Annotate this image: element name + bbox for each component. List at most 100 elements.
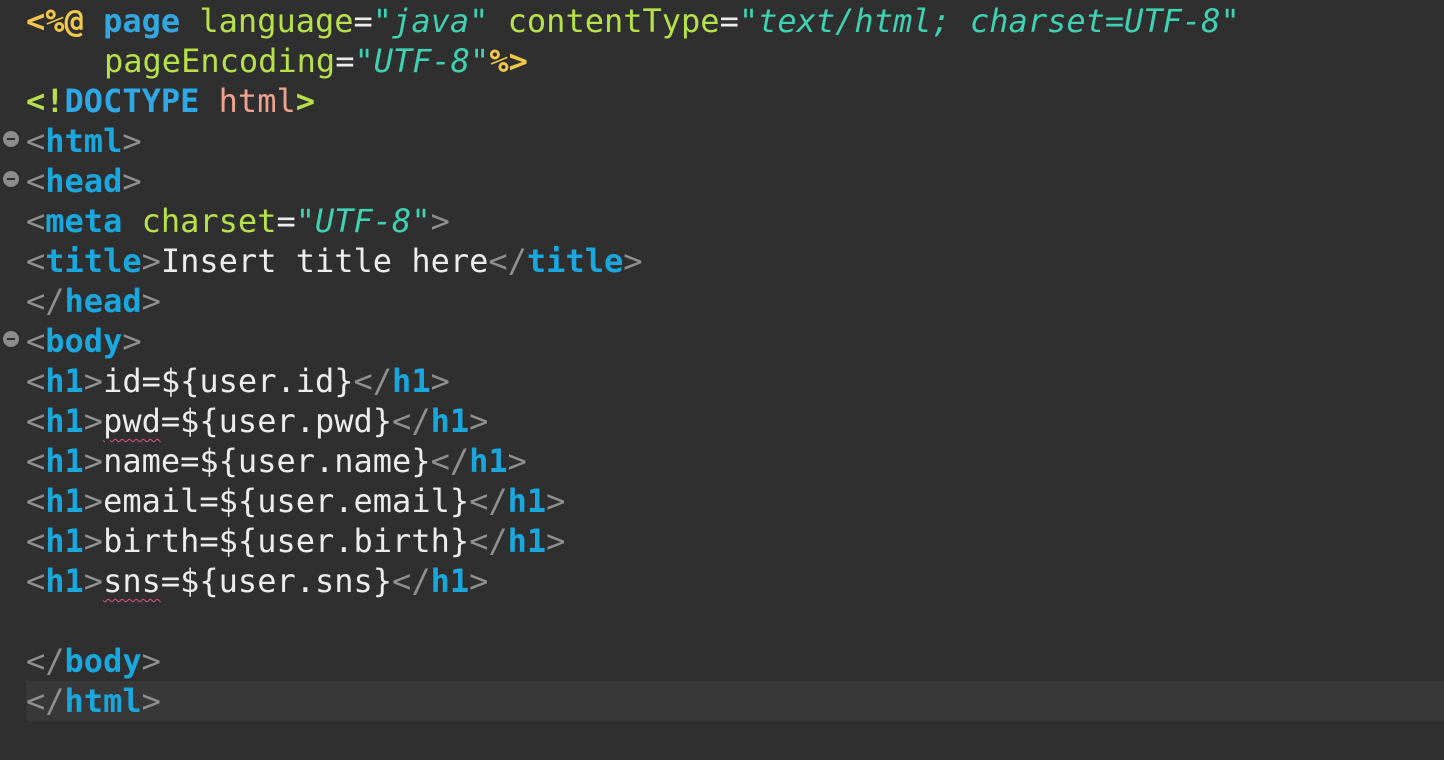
attr-name-charset: charset bbox=[141, 202, 277, 240]
fold-head-icon[interactable] bbox=[3, 171, 19, 187]
code-line-11[interactable]: <h1>pwd=${user.pwd}</h1> bbox=[26, 401, 488, 441]
code-line-7[interactable]: <title>Insert title here</title> bbox=[26, 241, 643, 281]
tag-h1: h1 bbox=[45, 362, 84, 400]
h1-expression: =${user.pwd} bbox=[160, 402, 393, 440]
jsp-directive-close: %> bbox=[489, 42, 528, 80]
code-line-15[interactable]: <h1>sns=${user.sns}</h1> bbox=[26, 561, 488, 601]
end-open-bracket: </ bbox=[469, 482, 508, 520]
quote: " bbox=[1220, 2, 1240, 40]
equals-sign: = bbox=[353, 2, 373, 40]
tag-h1-end: h1 bbox=[392, 362, 431, 400]
code-line-17[interactable]: </body> bbox=[26, 641, 161, 681]
end-open-bracket: </ bbox=[430, 442, 470, 480]
quote: " bbox=[354, 42, 374, 80]
tag-h1-end: h1 bbox=[507, 522, 547, 560]
close-bracket: > bbox=[546, 522, 566, 560]
h1-field-name-misspelled: sns bbox=[103, 562, 161, 600]
attr-value-contenttype: text/html; charset=UTF-8 bbox=[758, 2, 1221, 40]
close-bracket: > bbox=[469, 562, 489, 600]
tag-html-end: html bbox=[64, 682, 142, 720]
attr-name-language: language bbox=[199, 2, 354, 40]
tag-h1: h1 bbox=[45, 562, 84, 600]
h1-expression: =${user.birth} bbox=[199, 522, 470, 560]
h1-field-name: id bbox=[103, 362, 142, 400]
code-line-3[interactable]: <!DOCTYPE html> bbox=[26, 81, 315, 121]
open-bracket: < bbox=[26, 322, 46, 360]
code-line-9[interactable]: <body> bbox=[26, 321, 142, 361]
doctype-close: > bbox=[295, 82, 315, 120]
close-bracket: > bbox=[507, 442, 527, 480]
close-bracket: > bbox=[141, 242, 161, 280]
tag-h1-end: h1 bbox=[430, 562, 470, 600]
code-line-5[interactable]: <head> bbox=[26, 161, 142, 201]
code-editor[interactable]: <%@ page language="java" contentType="te… bbox=[0, 0, 1444, 760]
open-bracket: < bbox=[26, 562, 46, 600]
tag-h1: h1 bbox=[45, 482, 84, 520]
tag-h1: h1 bbox=[45, 442, 84, 480]
code-line-6[interactable]: <meta charset="UTF-8"> bbox=[26, 201, 450, 241]
end-open-bracket: </ bbox=[26, 282, 65, 320]
close-bracket: > bbox=[430, 362, 450, 400]
doctype-open: <! bbox=[26, 82, 65, 120]
quote: " bbox=[372, 2, 393, 40]
code-line-18[interactable]: </html> bbox=[26, 681, 161, 721]
close-bracket: > bbox=[141, 642, 161, 680]
close-bracket: > bbox=[430, 202, 450, 240]
quote: " bbox=[469, 2, 489, 40]
close-bracket: > bbox=[122, 122, 142, 160]
close-bracket: > bbox=[83, 442, 104, 480]
tag-body: body bbox=[45, 322, 123, 360]
close-bracket: > bbox=[469, 402, 489, 440]
h1-field-name-misspelled: pwd bbox=[103, 402, 161, 440]
attr-value-language: java bbox=[392, 2, 470, 40]
tag-head: head bbox=[45, 162, 123, 200]
code-line-13[interactable]: <h1>email=${user.email}</h1> bbox=[26, 481, 565, 521]
fold-html-icon[interactable] bbox=[3, 131, 19, 147]
close-bracket: > bbox=[122, 162, 142, 200]
tag-title: title bbox=[45, 242, 142, 280]
attr-value-charset: UTF-8 bbox=[314, 202, 412, 240]
tag-head-end: head bbox=[64, 282, 142, 320]
tag-title-end: title bbox=[526, 242, 624, 280]
code-line-1[interactable]: <%@ page language="java" contentType="te… bbox=[26, 1, 1240, 41]
h1-expression: =${user.name} bbox=[180, 442, 431, 480]
close-bracket: > bbox=[83, 482, 104, 520]
attr-name-contenttype: contentType bbox=[507, 2, 720, 40]
open-bracket: < bbox=[26, 522, 46, 560]
end-open-bracket: </ bbox=[26, 642, 65, 680]
open-bracket: < bbox=[26, 202, 46, 240]
doctype-keyword: DOCTYPE bbox=[64, 82, 200, 120]
close-bracket: > bbox=[83, 402, 104, 440]
equals-sign: = bbox=[719, 2, 739, 40]
editor-gutter bbox=[0, 0, 24, 760]
end-open-bracket: </ bbox=[392, 402, 431, 440]
h1-expression: =${user.id} bbox=[141, 362, 354, 400]
open-bracket: < bbox=[26, 162, 46, 200]
code-line-10[interactable]: <h1>id=${user.id}</h1> bbox=[26, 361, 450, 401]
code-line-12[interactable]: <h1>name=${user.name}</h1> bbox=[26, 441, 527, 481]
fold-body-icon[interactable] bbox=[3, 331, 19, 347]
tag-h1: h1 bbox=[45, 402, 84, 440]
close-bracket: > bbox=[546, 482, 566, 520]
h1-field-name: email bbox=[103, 482, 200, 520]
end-open-bracket: </ bbox=[26, 682, 65, 720]
h1-field-name: name bbox=[103, 442, 181, 480]
equals-sign: = bbox=[276, 202, 296, 240]
open-bracket: < bbox=[26, 402, 46, 440]
h1-expression: =${user.email} bbox=[199, 482, 470, 520]
quote: " bbox=[470, 42, 490, 80]
code-line-4[interactable]: <html> bbox=[26, 121, 142, 161]
current-line-highlight bbox=[26, 681, 1444, 721]
code-line-2[interactable]: pageEncoding="UTF-8"%> bbox=[104, 41, 528, 81]
end-open-bracket: </ bbox=[488, 242, 527, 280]
code-line-14[interactable]: <h1>birth=${user.birth}</h1> bbox=[26, 521, 565, 561]
attr-name-pageencoding: pageEncoding bbox=[104, 42, 336, 80]
jsp-directive-open: <%@ bbox=[26, 2, 84, 40]
attr-value-pageencoding: UTF-8 bbox=[373, 42, 471, 80]
close-bracket: > bbox=[141, 682, 161, 720]
tag-h1-end: h1 bbox=[430, 402, 470, 440]
tag-html: html bbox=[45, 122, 123, 160]
code-line-8[interactable]: </head> bbox=[26, 281, 161, 321]
end-open-bracket: </ bbox=[469, 522, 508, 560]
tag-body-end: body bbox=[64, 642, 142, 680]
